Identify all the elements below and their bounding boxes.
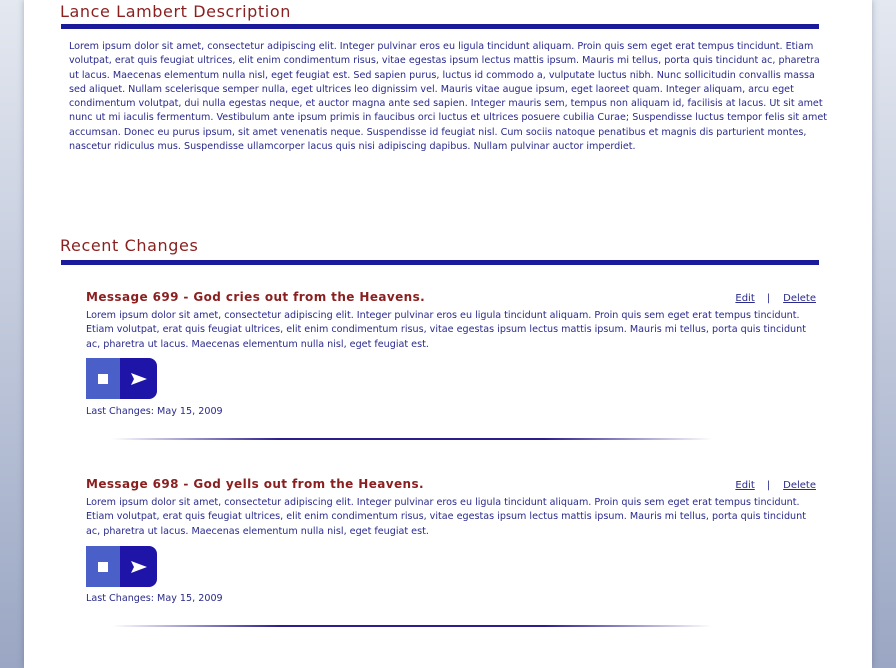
message-divider	[112, 438, 712, 440]
edit-link[interactable]: Edit	[735, 480, 754, 491]
play-arrow-icon	[130, 560, 147, 573]
play-button[interactable]	[120, 358, 157, 399]
audio-player	[86, 358, 157, 399]
last-changes-date: Last Changes: May 15, 2009	[86, 593, 223, 604]
recent-changes-rule	[61, 260, 819, 265]
recent-changes-title: Recent Changes	[60, 236, 199, 255]
description-title: Lance Lambert Description	[60, 2, 291, 21]
message-divider	[112, 625, 712, 627]
message-title: Message 698 - God yells out from the Hea…	[86, 477, 424, 491]
message-item: Message 698 - God yells out from the Hea…	[86, 477, 816, 617]
description-title-rule	[61, 24, 819, 29]
edit-link[interactable]: Edit	[735, 293, 754, 304]
stop-button[interactable]	[86, 546, 120, 587]
play-arrow-icon	[130, 372, 147, 385]
delete-link[interactable]: Delete	[783, 480, 816, 491]
delete-link[interactable]: Delete	[783, 293, 816, 304]
message-item: Message 699 - God cries out from the Hea…	[86, 290, 816, 430]
stop-button[interactable]	[86, 358, 120, 399]
message-actions: Edit | Delete	[735, 293, 816, 304]
page-container: Lance Lambert Description Lorem ipsum do…	[24, 0, 872, 668]
message-actions: Edit | Delete	[735, 480, 816, 491]
message-title: Message 699 - God cries out from the Hea…	[86, 290, 426, 304]
description-text: Lorem ipsum dolor sit amet, consectetur …	[69, 41, 828, 153]
play-button[interactable]	[120, 546, 157, 587]
action-separator: |	[766, 480, 771, 491]
message-body: Lorem ipsum dolor sit amet, consectetur …	[86, 310, 806, 350]
stop-icon	[98, 561, 108, 572]
audio-player	[86, 546, 157, 587]
action-separator: |	[766, 293, 771, 304]
message-body: Lorem ipsum dolor sit amet, consectetur …	[86, 497, 806, 537]
stop-icon	[98, 373, 108, 384]
last-changes-date: Last Changes: May 15, 2009	[86, 406, 223, 417]
